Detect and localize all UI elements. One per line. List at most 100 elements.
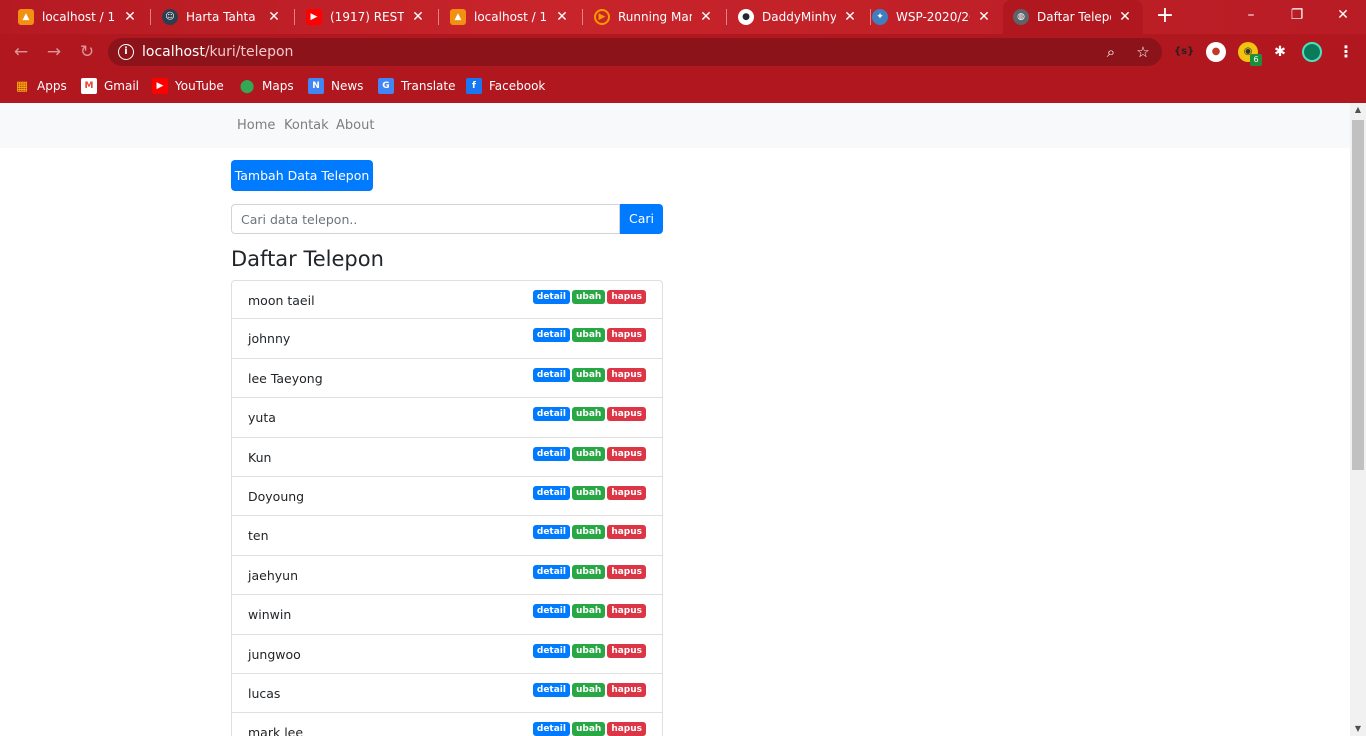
menu-kebab-icon[interactable]: ⋮ — [1336, 42, 1356, 62]
hapus-badge[interactable]: hapus — [607, 525, 646, 540]
tab-active[interactable]: ◍ Daftar Telepon ✕ — [1003, 0, 1143, 34]
ubah-badge[interactable]: ubah — [571, 643, 606, 658]
list-item: moon taeil detail ubah hapus — [231, 280, 663, 320]
hapus-badge[interactable]: hapus — [607, 367, 646, 382]
extension-icon[interactable]: {s} — [1174, 42, 1194, 62]
list-item: jaehyun detail ubah hapus — [231, 555, 663, 596]
tab-1[interactable]: ▲ localhost / 127 ✕ — [8, 0, 148, 34]
ubah-badge[interactable]: ubah — [571, 367, 606, 382]
ubah-badge[interactable]: ubah — [571, 525, 606, 540]
hapus-badge[interactable]: hapus — [607, 446, 646, 461]
hapus-badge[interactable]: hapus — [607, 485, 646, 500]
url-text[interactable]: localhost/kuri/telepon — [142, 44, 293, 60]
contact-name: yuta — [248, 410, 276, 426]
detail-badge[interactable]: detail — [532, 643, 570, 658]
hapus-badge[interactable]: hapus — [607, 722, 646, 736]
bookmark-label: News — [331, 79, 364, 93]
restore-button[interactable]: ❐ — [1274, 0, 1320, 30]
ubah-badge[interactable]: ubah — [571, 290, 606, 304]
tab-3[interactable]: ▶ (1917) REST A ✕ — [296, 0, 436, 34]
detail-badge[interactable]: detail — [532, 367, 570, 382]
list-item: ten detail ubah hapus — [231, 516, 663, 556]
close-icon[interactable]: ✕ — [976, 9, 992, 25]
bookmark-gmail[interactable]: M Gmail — [81, 76, 139, 96]
close-icon[interactable]: ✕ — [554, 9, 570, 25]
bookmark-facebook[interactable]: f Facebook — [466, 76, 545, 96]
bookmark-news[interactable]: N News — [308, 76, 363, 96]
ubah-badge[interactable]: ubah — [571, 328, 606, 343]
bookmark-label: Apps — [37, 79, 67, 93]
add-phone-button[interactable]: Tambah Data Telepon — [231, 160, 373, 191]
close-icon[interactable]: ✕ — [410, 9, 426, 25]
detail-badge[interactable]: detail — [532, 722, 570, 736]
tab-6[interactable]: ● DaddyMinhyun ✕ — [728, 0, 868, 34]
ubah-badge[interactable]: ubah — [571, 682, 606, 697]
hapus-badge[interactable]: hapus — [607, 682, 646, 697]
info-icon[interactable]: i — [118, 44, 134, 60]
detail-badge[interactable]: detail — [532, 485, 570, 500]
pma-icon: ▲ — [18, 9, 34, 25]
youtube-icon: ▶ — [152, 78, 168, 94]
scrollbar-thumb[interactable] — [1352, 120, 1364, 470]
tab-2[interactable]: ☺ Harta Tahta Ma ✕ — [152, 0, 292, 34]
hapus-badge[interactable]: hapus — [607, 407, 646, 422]
bookmarks-bar: ▦ Apps M Gmail ▶ YouTube ⬤ Maps N News G… — [0, 70, 1366, 103]
ubah-badge[interactable]: ubah — [571, 722, 606, 736]
tab-separator — [582, 9, 583, 25]
search-button[interactable]: Cari — [620, 204, 663, 234]
new-tab-button[interactable]: + — [1153, 5, 1177, 29]
bookmark-apps[interactable]: ▦ Apps — [14, 76, 67, 96]
tab-4[interactable]: ▲ localhost / 127 ✕ — [440, 0, 580, 34]
search-input[interactable] — [231, 204, 620, 234]
ubah-badge[interactable]: ubah — [571, 564, 606, 579]
detail-badge[interactable]: detail — [532, 290, 570, 304]
list-item: winwin detail ubah hapus — [231, 595, 663, 635]
bookmark-youtube[interactable]: ▶ YouTube — [152, 76, 224, 96]
close-icon[interactable]: ✕ — [698, 9, 714, 25]
reload-icon[interactable]: ↻ — [75, 40, 99, 64]
close-window-button[interactable]: ✕ — [1320, 0, 1366, 30]
nav-kontak-link[interactable]: Kontak — [284, 118, 329, 133]
detail-badge[interactable]: detail — [532, 446, 570, 461]
profile-avatar[interactable] — [1302, 42, 1322, 62]
tab-5[interactable]: ▶ Running Man ✕ — [584, 0, 724, 34]
address-bar[interactable]: i localhost/kuri/telepon ⌕ ☆ — [108, 38, 1162, 66]
ubah-badge[interactable]: ubah — [571, 485, 606, 500]
bookmark-maps[interactable]: ⬤ Maps — [239, 76, 294, 96]
detail-badge[interactable]: detail — [532, 682, 570, 697]
hapus-badge[interactable]: hapus — [607, 564, 646, 579]
close-icon[interactable]: ✕ — [122, 9, 138, 25]
ubah-badge[interactable]: ubah — [571, 604, 606, 619]
tab-separator — [726, 9, 727, 25]
minimize-button[interactable]: – — [1228, 0, 1274, 30]
close-icon[interactable]: ✕ — [1117, 9, 1133, 25]
ubah-badge[interactable]: ubah — [571, 446, 606, 461]
detail-badge[interactable]: detail — [532, 604, 570, 619]
zoom-icon[interactable]: ⌕ — [1102, 43, 1120, 61]
scroll-up-arrow-icon[interactable]: ▲ — [1350, 103, 1366, 117]
action-badges: detail ubah hapus — [532, 407, 646, 422]
detail-badge[interactable]: detail — [532, 328, 570, 343]
forward-arrow-icon[interactable]: → — [42, 40, 66, 64]
puzzle-icon[interactable]: ✱ — [1270, 42, 1290, 62]
detail-badge[interactable]: detail — [532, 525, 570, 540]
tab-7[interactable]: ✦ WSP-2020/202 ✕ — [862, 0, 1002, 34]
nav-home-link[interactable]: Home — [237, 118, 275, 133]
detail-badge[interactable]: detail — [532, 564, 570, 579]
back-arrow-icon[interactable]: ← — [9, 40, 33, 64]
nav-about-link[interactable]: About — [336, 118, 374, 133]
close-icon[interactable]: ✕ — [842, 9, 858, 25]
detail-badge[interactable]: detail — [532, 407, 570, 422]
ubah-badge[interactable]: ubah — [571, 407, 606, 422]
action-badges: detail ubah hapus — [532, 328, 646, 343]
bookmark-translate[interactable]: G Translate — [378, 76, 456, 96]
hapus-badge[interactable]: hapus — [607, 604, 646, 619]
camera-extension-icon[interactable]: ● — [1206, 42, 1226, 62]
close-icon[interactable]: ✕ — [266, 9, 282, 25]
hapus-badge[interactable]: hapus — [607, 290, 646, 304]
bookmark-star-icon[interactable]: ☆ — [1134, 43, 1152, 61]
scroll-down-arrow-icon[interactable]: ▼ — [1350, 722, 1366, 736]
hapus-badge[interactable]: hapus — [607, 328, 646, 343]
navbar: Home Kontak About — [0, 103, 1350, 148]
hapus-badge[interactable]: hapus — [607, 643, 646, 658]
